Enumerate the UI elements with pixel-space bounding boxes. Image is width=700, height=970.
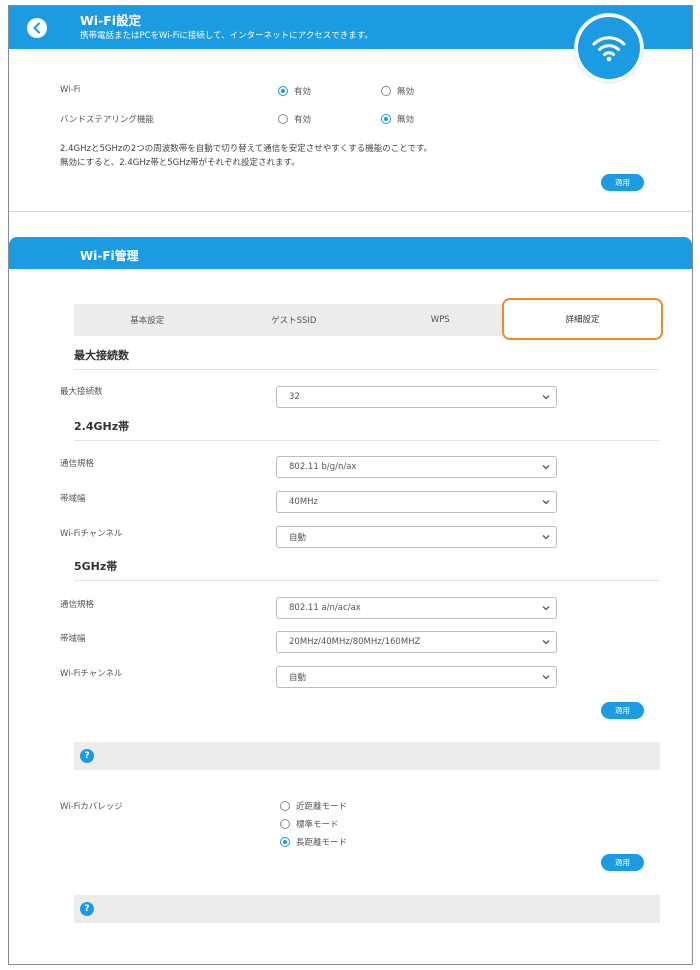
- tab-advanced[interactable]: 詳細設定: [502, 298, 663, 340]
- band-24ghz-channel-select[interactable]: 自動: [276, 526, 557, 548]
- wifi-label: Wi-Fi: [60, 85, 81, 95]
- help-bar: ?: [74, 742, 660, 770]
- radio-label: 無効: [397, 87, 415, 97]
- band-steering-disabled-radio[interactable]: 無効: [381, 113, 414, 125]
- radio-unselected-icon: [381, 86, 391, 96]
- radio-unselected-icon: [280, 819, 290, 829]
- chevron-down-icon: [542, 500, 550, 505]
- coverage-label: Wi-Fiカバレッジ: [60, 802, 123, 812]
- radio-selected-icon: [280, 837, 290, 847]
- tab-guest-ssid[interactable]: ゲストSSID: [221, 304, 368, 336]
- channel-label: Wi-Fiチャンネル: [60, 529, 123, 539]
- radio-unselected-icon: [280, 801, 290, 811]
- radio-selected-icon: [278, 86, 288, 96]
- max-connections-label: 最大接続数: [60, 387, 103, 397]
- help-icon[interactable]: ?: [80, 749, 94, 763]
- select-value: 32: [289, 392, 300, 402]
- coverage-short-radio[interactable]: 近距離モード: [280, 800, 347, 812]
- channel-label: Wi-Fiチャンネル: [60, 669, 123, 679]
- band-5ghz-bandwidth-select[interactable]: 20MHz/40MHz/80MHz/160MHZ: [276, 631, 557, 653]
- max-connections-select[interactable]: 32: [276, 386, 557, 408]
- help-icon[interactable]: ?: [80, 902, 94, 916]
- band-5ghz-standard-select[interactable]: 802.11 a/n/ac/ax: [276, 597, 557, 619]
- radio-label: 有効: [294, 115, 312, 125]
- radio-label: 有効: [294, 87, 312, 97]
- select-value: 802.11 b/g/n/ax: [289, 462, 357, 472]
- select-value: 20MHz/40MHz/80MHz/160MHZ: [289, 637, 421, 647]
- radio-selected-icon: [381, 114, 391, 124]
- back-button[interactable]: [27, 18, 47, 38]
- select-value: 自動: [289, 533, 307, 543]
- apply-button[interactable]: 適用: [601, 174, 644, 191]
- apply-button[interactable]: 適用: [601, 854, 644, 871]
- max-connections-heading: 最大接続数: [74, 349, 129, 362]
- bandwidth-label: 帯域幅: [60, 634, 86, 644]
- select-value: 40MHz: [289, 497, 319, 507]
- tab-wps[interactable]: WPS: [367, 304, 514, 336]
- band-steering-label: バンドステアリング機能: [60, 115, 154, 125]
- help-bar: ?: [74, 895, 660, 923]
- apply-button[interactable]: 適用: [601, 702, 644, 719]
- bandwidth-label: 帯域幅: [60, 494, 86, 504]
- band-steering-enabled-radio[interactable]: 有効: [278, 113, 311, 125]
- radio-unselected-icon: [278, 114, 288, 124]
- band-24ghz-heading: 2.4GHz帯: [74, 420, 130, 433]
- divider: [74, 440, 660, 441]
- radio-label: 標準モード: [296, 820, 339, 830]
- section-title: Wi-Fi管理: [80, 249, 139, 263]
- standard-label: 通信規格: [60, 600, 95, 610]
- radio-label: 無効: [397, 115, 415, 125]
- divider: [74, 369, 660, 370]
- coverage-long-radio[interactable]: 長距離モード: [280, 836, 347, 848]
- band-5ghz-heading: 5GHz帯: [74, 560, 118, 573]
- chevron-down-icon: [542, 395, 550, 400]
- band-5ghz-channel-select[interactable]: 自動: [276, 666, 557, 688]
- divider: [9, 211, 692, 212]
- band-24ghz-standard-select[interactable]: 802.11 b/g/n/ax: [276, 456, 557, 478]
- wifi-icon: [575, 14, 643, 82]
- band-steering-description: 無効にすると、2.4GHz帯と5GHz帯がそれぞれ設定されます。: [60, 158, 300, 168]
- chevron-down-icon: [542, 606, 550, 611]
- chevron-down-icon: [542, 675, 550, 680]
- chevron-down-icon: [542, 465, 550, 470]
- select-value: 802.11 a/n/ac/ax: [289, 603, 361, 613]
- tab-basic[interactable]: 基本設定: [74, 304, 221, 336]
- radio-label: 長距離モード: [296, 838, 348, 848]
- chevron-left-icon: [33, 22, 40, 34]
- standard-label: 通信規格: [60, 459, 95, 469]
- page-title: Wi-Fi設定: [80, 13, 142, 28]
- chevron-down-icon: [542, 640, 550, 645]
- band-steering-description: 2.4GHzと5GHzの2つの周波数帯を自動で切り替えて通信を安定させやすくする…: [60, 144, 433, 154]
- divider: [74, 580, 660, 581]
- band-24ghz-bandwidth-select[interactable]: 40MHz: [276, 491, 557, 513]
- wifi-enabled-radio[interactable]: 有効: [278, 85, 311, 97]
- select-value: 自動: [289, 673, 307, 683]
- radio-label: 近距離モード: [296, 802, 348, 812]
- coverage-standard-radio[interactable]: 標準モード: [280, 818, 339, 830]
- page-subtitle: 携帯電話またはPCをWi-Fiに接続して、インターネットにアクセスできます。: [80, 31, 373, 41]
- chevron-down-icon: [542, 535, 550, 540]
- wifi-disabled-radio[interactable]: 無効: [381, 85, 414, 97]
